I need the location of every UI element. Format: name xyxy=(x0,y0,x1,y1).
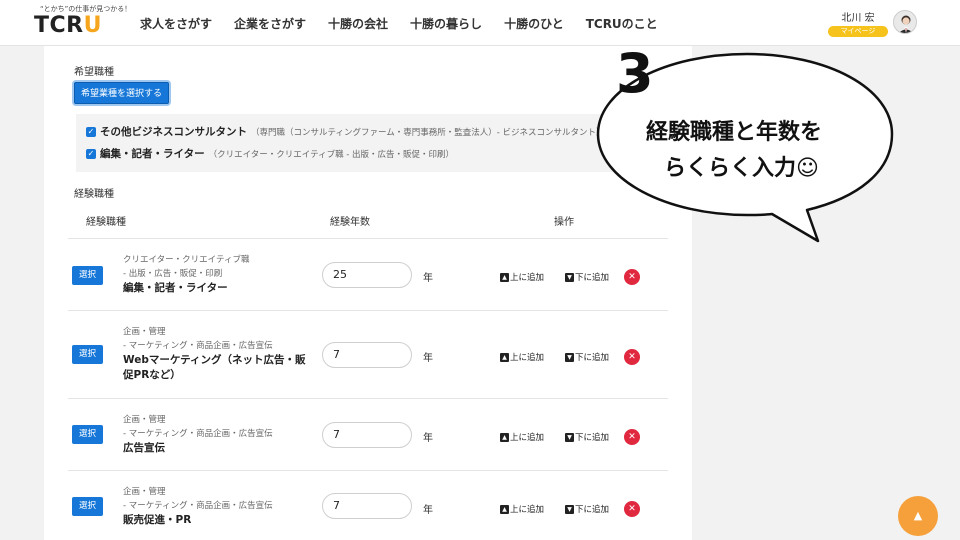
row-select-button[interactable]: 選択 xyxy=(72,266,103,285)
desired-job-item[interactable]: ✓ 編集・記者・ライター （クリエイター・クリエイティブ職 - 出版・広告・販促… xyxy=(86,146,454,161)
add-below-button[interactable]: ▼ 下に追加 xyxy=(565,431,609,443)
row-category: 企画・管理 xyxy=(123,487,166,497)
add-above-button[interactable]: ▲ 上に追加 xyxy=(500,351,544,363)
nav-tokachi-life[interactable]: 十勝の暮らし xyxy=(410,15,482,32)
delete-icon[interactable]: ✕ xyxy=(624,501,640,517)
add-below-button[interactable]: ▼ 下に追加 xyxy=(565,271,609,283)
avatar[interactable] xyxy=(893,10,917,34)
row-category: クリエイター・クリエイティブ職 xyxy=(123,255,250,265)
arrow-down-icon: ▼ xyxy=(565,504,574,514)
callout-line-2: らくらく入力☺ xyxy=(664,156,819,181)
add-below-button[interactable]: ▼ 下に追加 xyxy=(565,503,609,515)
desired-job-label: 希望職種 xyxy=(74,67,114,78)
row-category: 企画・管理 xyxy=(123,327,166,337)
experience-label: 経験職種 xyxy=(74,189,114,200)
chevron-up-icon: ▲ xyxy=(913,509,923,522)
add-above-button[interactable]: ▲ 上に追加 xyxy=(500,431,544,443)
callout-step-number: 3 xyxy=(616,42,654,105)
delete-icon[interactable]: ✕ xyxy=(624,269,640,285)
years-input[interactable]: 7 xyxy=(322,342,412,368)
arrow-down-icon: ▼ xyxy=(565,352,574,362)
column-header-job: 経験職種 xyxy=(86,217,126,228)
years-unit: 年 xyxy=(423,505,433,516)
arrow-up-icon: ▲ xyxy=(500,352,509,362)
row-job-title: 広告宣伝 xyxy=(123,442,165,454)
row-select-button[interactable]: 選択 xyxy=(72,345,103,364)
add-below-button[interactable]: ▼ 下に追加 xyxy=(565,351,609,363)
row-job-title: 販売促進・PR xyxy=(123,514,192,526)
row-select-button[interactable]: 選択 xyxy=(72,425,103,444)
site-header: “とかち”の仕事が見つかる！ TCRU 求人をさがす 企業をさがす 十勝の会社 … xyxy=(0,0,960,46)
nav-tokachi-people[interactable]: 十勝のひと xyxy=(504,15,564,32)
nav-tokachi-companies[interactable]: 十勝の会社 xyxy=(328,15,388,32)
scroll-to-top-button[interactable]: ▲ xyxy=(898,496,938,536)
add-above-button[interactable]: ▲ 上に追加 xyxy=(500,503,544,515)
logo-wordmark: TCRU xyxy=(34,13,102,38)
column-header-years: 経験年数 xyxy=(330,217,370,228)
arrow-up-icon: ▲ xyxy=(500,272,509,282)
select-desired-job-button[interactable]: 希望業種を選択する xyxy=(74,82,170,104)
delete-icon[interactable]: ✕ xyxy=(624,349,640,365)
row-subcategory: - マーケティング・商品企画・広告宣伝 xyxy=(123,501,273,511)
desired-job-item[interactable]: ✓ その他ビジネスコンサルタント （専門職（コンサルティングファーム・専門事務所… xyxy=(86,124,605,139)
arrow-down-icon: ▼ xyxy=(565,272,574,282)
years-unit: 年 xyxy=(423,353,433,364)
table-row: 選択 企画・管理 - マーケティング・商品企画・広告宣伝 Webマーケティング（… xyxy=(68,310,668,398)
nav-search-jobs[interactable]: 求人をさがす xyxy=(140,15,212,32)
row-subcategory: - マーケティング・商品企画・広告宣伝 xyxy=(123,341,273,351)
column-header-ops: 操作 xyxy=(554,217,574,228)
row-subcategory: - 出版・広告・販促・印刷 xyxy=(123,269,223,279)
avatar-person-icon xyxy=(898,15,914,33)
table-row: 選択 クリエイター・クリエイティブ職 - 出版・広告・販促・印刷 編集・記者・ラ… xyxy=(68,238,668,310)
row-job-title: Webマーケティング（ネット広告・販促PRなど） xyxy=(123,354,306,381)
row-job-title: 編集・記者・ライター xyxy=(123,282,228,294)
years-unit: 年 xyxy=(423,273,433,284)
checkbox-checked-icon[interactable]: ✓ xyxy=(86,148,96,159)
years-input[interactable]: 25 xyxy=(322,262,412,288)
callout-line-1: 経験職種と年数を xyxy=(646,120,823,145)
user-name: 北川 宏 xyxy=(841,13,875,24)
row-select-button[interactable]: 選択 xyxy=(72,497,103,516)
desired-job-list: ✓ その他ビジネスコンサルタント （専門職（コンサルティングファーム・専門事務所… xyxy=(76,114,616,172)
row-subcategory: - マーケティング・商品企画・広告宣伝 xyxy=(123,429,273,439)
arrow-up-icon: ▲ xyxy=(500,504,509,514)
arrow-up-icon: ▲ xyxy=(500,432,509,442)
arrow-down-icon: ▼ xyxy=(565,432,574,442)
table-row: 選択 企画・管理 - マーケティング・商品企画・広告宣伝 広告宣伝 7 年 ▲ 上… xyxy=(68,398,668,470)
delete-icon[interactable]: ✕ xyxy=(624,429,640,445)
years-input[interactable]: 7 xyxy=(322,493,412,519)
table-row: 選択 企画・管理 - マーケティング・商品企画・広告宣伝 販売促進・PR 7 年… xyxy=(68,470,668,540)
row-category: 企画・管理 xyxy=(123,415,166,425)
years-input[interactable]: 7 xyxy=(322,422,412,448)
user-menu[interactable]: 北川 宏 マイページ xyxy=(828,9,888,37)
checkbox-checked-icon[interactable]: ✓ xyxy=(86,126,96,137)
tcru-logo[interactable]: “とかち”の仕事が見つかる！ TCRU xyxy=(34,4,131,42)
add-above-button[interactable]: ▲ 上に追加 xyxy=(500,271,544,283)
years-unit: 年 xyxy=(423,433,433,444)
main-nav: 求人をさがす 企業をさがす 十勝の会社 十勝の暮らし 十勝のひと TCRUのこと xyxy=(140,15,680,32)
mypage-button[interactable]: マイページ xyxy=(828,26,888,37)
nav-about-tcru[interactable]: TCRUのこと xyxy=(586,15,658,32)
nav-search-companies[interactable]: 企業をさがす xyxy=(234,15,306,32)
